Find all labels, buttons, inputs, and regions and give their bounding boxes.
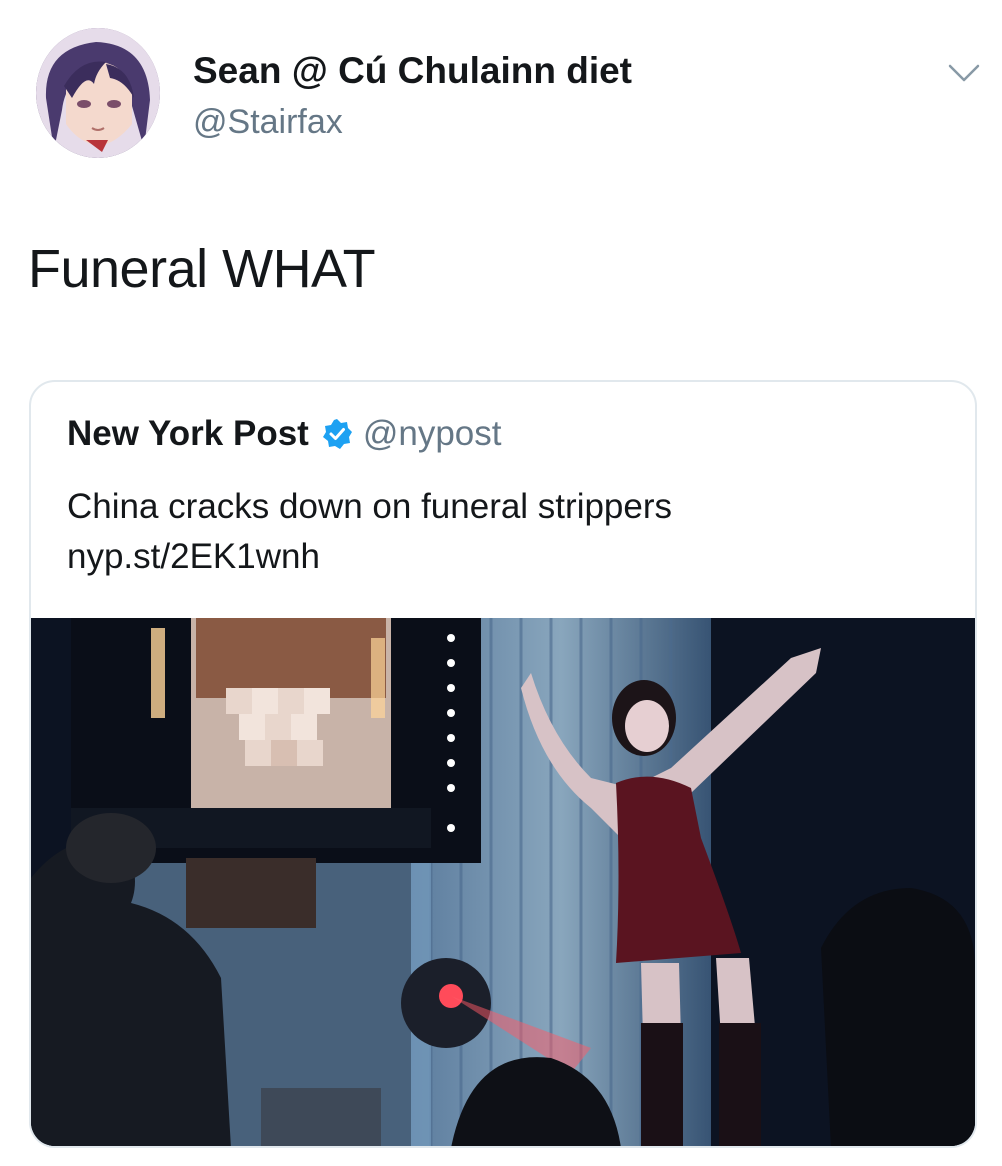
quoted-tweet-link[interactable]: nyp.st/2EK1wnh [67, 532, 320, 582]
author-handle[interactable]: @Stairfax [193, 103, 343, 142]
quoted-tweet-text: China cracks down on funeral strippers [67, 487, 673, 526]
funeral-stage-photo[interactable] [31, 618, 975, 1146]
quoted-tweet-card[interactable]: New York Post @nypost China cracks down … [29, 380, 977, 1148]
anime-avatar-icon [36, 28, 160, 158]
author-display-name[interactable]: Sean @ Cú Chulainn diet [193, 50, 632, 92]
quoted-handle[interactable]: @nypost [363, 414, 502, 454]
verified-badge-icon [322, 419, 352, 449]
quoted-tweet-header: New York Post @nypost [67, 414, 502, 454]
chevron-down-icon[interactable] [944, 58, 984, 88]
tweet-text: Funeral WHAT [28, 239, 376, 299]
quoted-display-name[interactable]: New York Post [67, 414, 309, 454]
avatar[interactable] [36, 28, 160, 158]
